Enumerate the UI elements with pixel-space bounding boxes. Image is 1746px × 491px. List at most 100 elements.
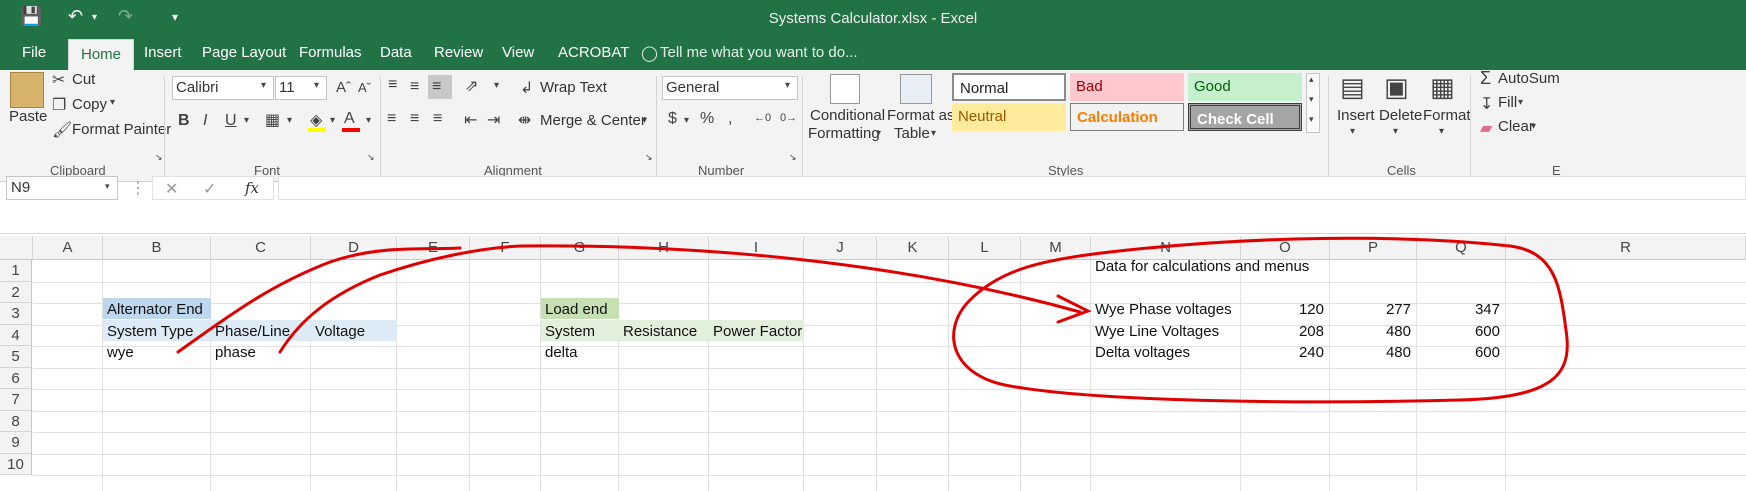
cell-q6[interactable]: 600 — [1417, 341, 1506, 364]
cell-b4[interactable]: Alternator End — [103, 298, 203, 321]
merge-dropdown-icon[interactable]: ▾ — [642, 115, 647, 126]
fill-color-icon[interactable]: ◈ — [310, 110, 322, 130]
column-header-p[interactable]: P — [1330, 236, 1417, 260]
increase-font-icon[interactable]: Aˆ — [336, 79, 351, 96]
cancel-icon[interactable]: ✕ — [165, 179, 178, 199]
comma-style-icon[interactable]: , — [728, 110, 732, 128]
tab-insert[interactable]: Insert — [144, 44, 182, 61]
wrap-text-button[interactable]: Wrap Text — [540, 79, 607, 96]
conditional-formatting-label-1[interactable]: Conditional — [810, 107, 885, 124]
style-normal[interactable]: Normal — [952, 73, 1066, 101]
column-header-j[interactable]: J — [804, 236, 877, 260]
column-header-e[interactable]: E — [397, 236, 470, 260]
column-header-r[interactable]: R — [1506, 236, 1746, 260]
format-as-table-icon[interactable] — [900, 74, 932, 104]
column-header-q[interactable]: Q — [1417, 236, 1506, 260]
row-header-6[interactable]: 6 — [0, 367, 32, 389]
tab-formulas[interactable]: Formulas — [299, 44, 362, 61]
format-dropdown-icon[interactable]: ▾ — [1439, 126, 1444, 137]
cell-b5[interactable]: System Type — [103, 320, 193, 343]
tab-file[interactable]: File — [22, 44, 46, 61]
autosum-button[interactable]: AutoSum — [1498, 70, 1560, 87]
tab-view[interactable]: View — [502, 44, 534, 61]
column-header-b[interactable]: B — [103, 236, 211, 260]
fill-dropdown-icon[interactable]: ▾ — [1518, 97, 1523, 108]
number-format-dropdown[interactable]: General ▾ — [662, 76, 798, 100]
style-calculation[interactable]: Calculation — [1070, 103, 1184, 131]
column-header-g[interactable]: G — [541, 236, 619, 260]
copy-dropdown-icon[interactable]: ▾ — [110, 97, 115, 108]
tab-page-layout[interactable]: Page Layout — [202, 44, 286, 61]
clear-dropdown-icon[interactable]: ▾ — [1531, 121, 1536, 132]
cell-g5[interactable]: System — [541, 320, 595, 343]
cell-p5[interactable]: 480 — [1330, 320, 1417, 343]
bold-icon[interactable]: B — [178, 112, 190, 130]
clear-button[interactable]: Clear — [1498, 118, 1534, 135]
column-header-d[interactable]: D — [311, 236, 397, 260]
decrease-font-icon[interactable]: Aˇ — [358, 80, 371, 95]
cell-g6[interactable]: delta — [541, 341, 578, 364]
font-color-icon[interactable]: A — [344, 110, 355, 128]
copy-button[interactable]: Copy — [72, 96, 107, 113]
select-all-corner[interactable] — [0, 236, 33, 260]
cell-d5[interactable]: Voltage — [311, 320, 365, 343]
underline-dropdown-icon[interactable]: ▾ — [244, 115, 249, 126]
merge-center-icon[interactable]: ⇼ — [518, 110, 531, 130]
row-header-9[interactable]: 9 — [0, 432, 32, 454]
underline-icon[interactable]: U — [225, 112, 237, 130]
paste-icon[interactable] — [10, 72, 44, 108]
conditional-dropdown-icon[interactable]: ▾ — [876, 128, 881, 139]
scroll-down-icon[interactable]: ▾ — [1309, 94, 1314, 105]
cell-o4[interactable]: 120 — [1241, 298, 1330, 321]
italic-icon[interactable]: I — [203, 112, 207, 130]
align-center-icon[interactable]: ≡ — [410, 110, 419, 128]
tab-review[interactable]: Review — [434, 44, 483, 61]
column-header-i[interactable]: I — [709, 236, 804, 260]
increase-indent-icon[interactable]: ⇥ — [487, 110, 500, 130]
scroll-up-icon[interactable]: ▴ — [1309, 74, 1314, 85]
wrap-text-icon[interactable]: ↲ — [520, 78, 533, 98]
tell-me-box[interactable]: Tell me what you want to do... — [660, 44, 858, 61]
cut-icon[interactable]: ✂ — [52, 70, 65, 90]
font-color-dropdown-icon[interactable]: ▾ — [366, 115, 371, 126]
decrease-decimal-icon[interactable]: 0→ — [780, 112, 797, 124]
format-cells-icon[interactable]: ▦ — [1430, 72, 1455, 103]
delete-dropdown-icon[interactable]: ▾ — [1393, 126, 1398, 137]
delete-cells-icon[interactable]: ▣ — [1384, 72, 1409, 103]
tab-home[interactable]: Home — [68, 39, 135, 71]
cell-p6[interactable]: 480 — [1330, 341, 1417, 364]
font-launcher-icon[interactable]: ↘ — [367, 152, 375, 163]
number-launcher-icon[interactable]: ↘ — [789, 152, 797, 163]
delete-cells-button[interactable]: Delete — [1379, 107, 1422, 124]
style-good[interactable]: Good — [1188, 73, 1302, 101]
insert-cells-icon[interactable]: ▤ — [1340, 72, 1365, 103]
align-bottom-button[interactable]: ≡ — [428, 75, 452, 99]
row-header-7[interactable]: 7 — [0, 389, 32, 411]
style-bad[interactable]: Bad — [1070, 73, 1184, 101]
merge-center-button[interactable]: Merge & Center — [540, 112, 646, 129]
borders-icon[interactable]: ▦ — [265, 110, 280, 130]
column-header-h[interactable]: H — [619, 236, 709, 260]
eraser-icon[interactable]: ▰ — [1480, 118, 1492, 138]
style-neutral[interactable]: Neutral — [952, 103, 1066, 131]
row-header-8[interactable]: 8 — [0, 410, 32, 432]
cut-button[interactable]: Cut — [72, 71, 95, 88]
font-size-dropdown[interactable]: 11 ▾ — [275, 76, 327, 100]
format-cells-button[interactable]: Format — [1423, 107, 1471, 124]
fill-dropdown-icon[interactable]: ▾ — [330, 115, 335, 126]
tab-data[interactable]: Data — [380, 44, 412, 61]
clipboard-launcher-icon[interactable]: ↘ — [155, 152, 163, 163]
insert-dropdown-icon[interactable]: ▾ — [1350, 126, 1355, 137]
align-left-icon[interactable]: ≡ — [387, 110, 396, 128]
format-painter-icon[interactable]: 🖌 — [52, 120, 72, 140]
format-table-dropdown-icon[interactable]: ▾ — [931, 128, 936, 139]
cell-o6[interactable]: 240 — [1241, 341, 1330, 364]
alignment-launcher-icon[interactable]: ↘ — [645, 152, 653, 163]
row-header-4[interactable]: 4 — [0, 324, 32, 346]
paste-button[interactable]: Paste — [9, 108, 47, 125]
formula-input[interactable] — [278, 176, 1746, 200]
column-header-a[interactable]: A — [33, 236, 103, 260]
cell-q4[interactable]: 347 — [1417, 298, 1506, 321]
borders-dropdown-icon[interactable]: ▾ — [287, 115, 292, 126]
fill-icon[interactable]: ↧ — [1480, 94, 1493, 114]
